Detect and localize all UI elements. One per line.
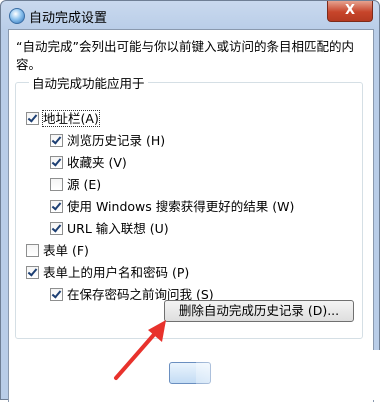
window-title: 自动完成设置 [29, 11, 108, 26]
checkbox-browsing-history[interactable]: 浏览历史记录 (H) [50, 132, 165, 150]
feeds-label: 源 (E) [67, 177, 102, 192]
title-bar[interactable]: 自动完成设置 X [1, 1, 379, 29]
checkbox-checked-icon[interactable] [26, 112, 39, 125]
checkbox-usernames-passwords[interactable]: 表单上的用户名和密码 (P) [26, 264, 189, 282]
favorites-label: 收藏夹 (V) [67, 155, 127, 170]
address-bar-label: 地址栏 [43, 111, 81, 126]
url-suggestions-label: URL 输入联想 (U) [67, 221, 169, 236]
checkbox-url-suggestions[interactable]: URL 输入联想 (U) [50, 220, 169, 238]
checkbox-feeds[interactable]: 源 (E) [50, 176, 101, 194]
close-icon: X [344, 3, 356, 18]
close-button[interactable]: X [327, 1, 373, 22]
browsing-history-label: 浏览历史记录 (H) [67, 133, 166, 148]
usernames-passwords-label: 表单上的用户名和密码 (P) [43, 265, 190, 280]
autocomplete-settings-window: 自动完成设置 X “自动完成”会列出可能与你以前键入或访问的条目相匹配的内容。 … [0, 0, 380, 402]
checkbox-checked-icon[interactable] [50, 288, 63, 301]
group-legend: 自动完成功能应用于 [29, 73, 148, 92]
description-text: “自动完成”会列出可能与你以前键入或访问的条目相匹配的内容。 [16, 39, 354, 72]
checkbox-unchecked-icon[interactable] [26, 244, 39, 257]
dialog-body: “自动完成”会列出可能与你以前键入或访问的条目相匹配的内容。 自动完成功能应用于… [8, 29, 374, 402]
checkbox-unchecked-icon[interactable] [50, 178, 63, 191]
watermark-fade [196, 350, 380, 400]
checkbox-address-bar[interactable]: 地址栏(A) [26, 110, 100, 128]
delete-autocomplete-history-button[interactable]: 删除自动完成历史记录 (D)... [164, 300, 354, 322]
checkbox-checked-icon[interactable] [50, 156, 63, 169]
checkbox-forms[interactable]: 表单 (F) [26, 242, 89, 260]
address-bar-accelerator: (A) [80, 111, 99, 126]
checkbox-checked-icon[interactable] [50, 200, 63, 213]
checkbox-checked-icon[interactable] [50, 222, 63, 235]
forms-label: 表单 (F) [43, 243, 89, 258]
internet-explorer-icon [9, 8, 25, 24]
checkbox-checked-icon[interactable] [50, 134, 63, 147]
checkbox-checked-icon[interactable] [26, 266, 39, 279]
checkbox-favorites[interactable]: 收藏夹 (V) [50, 154, 127, 172]
windows-search-label: 使用 Windows 搜索获得更好的结果 (W) [67, 199, 295, 214]
checkbox-windows-search[interactable]: 使用 Windows 搜索获得更好的结果 (W) [50, 198, 294, 216]
